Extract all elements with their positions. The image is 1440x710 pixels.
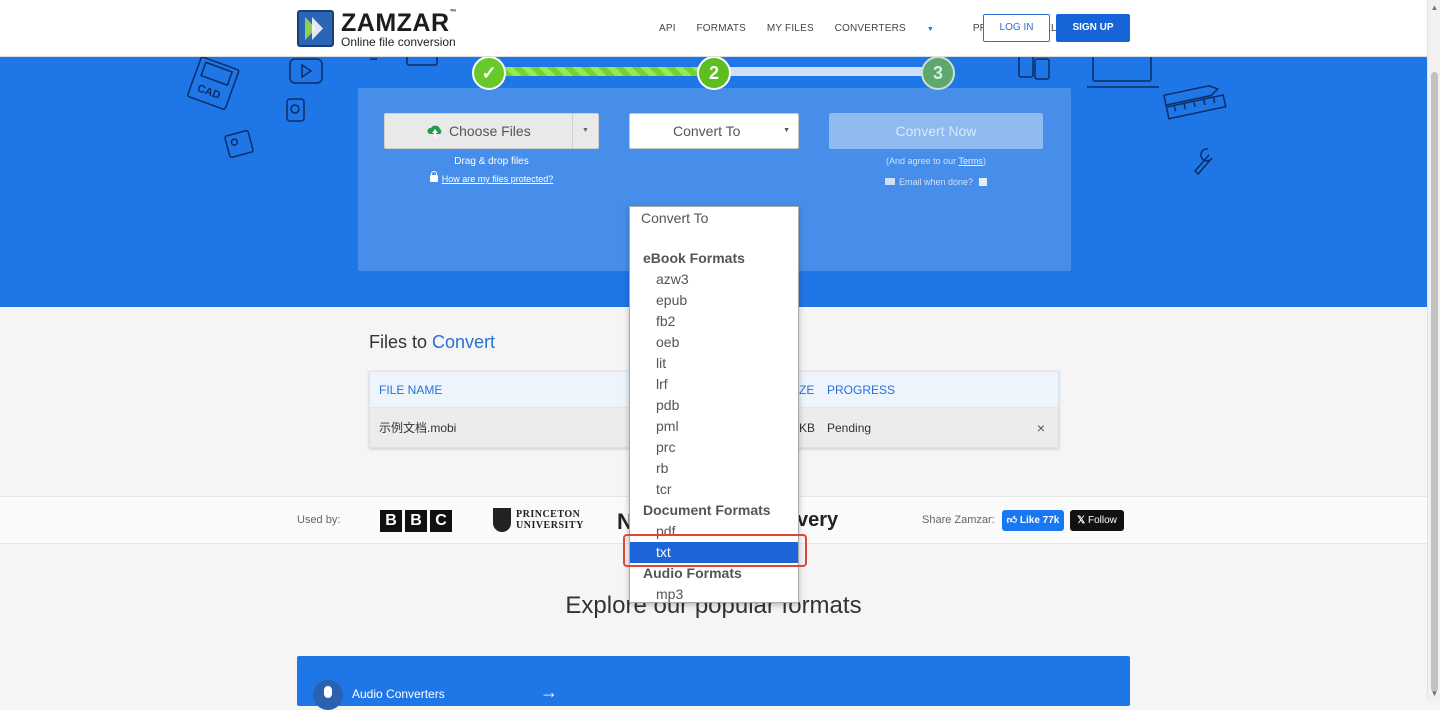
login-button[interactable]: LOG IN [983, 14, 1050, 42]
file-doodle-icon [286, 98, 305, 122]
scroll-down-arrow-icon[interactable]: ▼ [1430, 689, 1439, 698]
agree-terms-text: (And agree to our Terms) [886, 156, 986, 166]
logo-arrow-icon [297, 10, 334, 47]
nav-converters[interactable]: CONVERTERS ▼ [835, 23, 952, 34]
convert-to-select[interactable]: Convert To ▼ [629, 113, 799, 149]
terms-link[interactable]: Terms [958, 156, 983, 166]
selection-highlight-annotation [623, 534, 807, 567]
laptop-doodle-icon [1087, 57, 1159, 88]
nav-api[interactable]: API [659, 23, 676, 34]
choose-files-dropdown-toggle[interactable]: ▼ [572, 114, 598, 148]
choose-files-label: Choose Files [449, 123, 531, 139]
princeton-shield-icon [493, 508, 511, 532]
dropdown-placeholder-option[interactable]: Convert To [630, 208, 798, 229]
files-protected-link[interactable]: How are my files protected? [384, 171, 599, 184]
microphone-icon [313, 680, 343, 710]
step-3-indicator: 3 [921, 56, 955, 90]
thumbs-up-icon: 👍︎ [1006, 515, 1018, 526]
dropdown-group-label: eBook Formats [643, 250, 745, 266]
col-file-name: FILE NAME [379, 383, 443, 397]
email-checkbox[interactable] [979, 178, 988, 186]
file-progress-cell: Pending [827, 421, 872, 435]
arrow-right-icon: → [540, 682, 558, 702]
audio-converters-card[interactable]: Audio Converters → [297, 656, 1130, 710]
scrollbar-thumb[interactable] [1431, 72, 1438, 692]
ruler-pencil-doodle-icon [1163, 84, 1227, 120]
dropdown-option-lit[interactable]: lit [630, 353, 798, 374]
dropdown-group-label: Document Formats [643, 502, 771, 518]
chevron-down-icon: ▼ [783, 127, 790, 134]
col-size: ZE [799, 383, 815, 397]
step-track-complete [505, 67, 701, 76]
video-doodle-icon [289, 58, 323, 84]
image-doodle-icon [224, 129, 254, 159]
remove-file-close-icon[interactable]: × [1034, 421, 1048, 435]
dropdown-option-pdb[interactable]: pdb [630, 395, 798, 416]
dropdown-option-tcr[interactable]: tcr [630, 479, 798, 500]
dropdown-option-azw3[interactable]: azw3 [630, 269, 798, 290]
nav-my-files[interactable]: MY FILES [767, 23, 814, 34]
step-track-pending [728, 67, 924, 76]
doodle-strip-icon [370, 57, 438, 66]
logo-wordmark: ZAMZAR™ [341, 9, 458, 37]
wrench-doodle-icon [1193, 148, 1213, 176]
cad-doodle-icon: CAD [187, 57, 240, 110]
dropdown-option-epub[interactable]: epub [630, 290, 798, 311]
share-zamzar-label: Share Zamzar: [922, 514, 995, 526]
email-when-done-row: Email when done? [829, 177, 1043, 187]
used-by-label: Used by: [297, 514, 341, 526]
svg-text:CAD: CAD [196, 82, 223, 101]
dropdown-option-fb2[interactable]: fb2 [630, 311, 798, 332]
file-name-cell: 示例文档.mobi [379, 421, 457, 435]
site-header: ZAMZAR™ Online file conversion API FORMA… [0, 0, 1427, 57]
dropdown-option-lrf[interactable]: lrf [630, 374, 798, 395]
doc-doodle-icon [1018, 57, 1050, 80]
choose-files-button[interactable]: Choose Files ▼ [384, 113, 599, 149]
dropdown-option-prc[interactable]: prc [630, 437, 798, 458]
x-logo-icon: 𝕏 [1077, 515, 1086, 526]
files-to-convert-heading: Files to Convert [369, 332, 496, 352]
dropdown-option-oeb[interactable]: oeb [630, 332, 798, 353]
step-1-checkmark-icon: ✓ [472, 56, 506, 90]
mail-icon [884, 178, 895, 185]
dropdown-option-mp3[interactable]: mp3 [630, 584, 798, 602]
signup-button[interactable]: SIGN UP [1056, 14, 1130, 42]
file-size-cell: KB [799, 421, 816, 435]
drag-drop-hint: Drag & drop files [454, 156, 529, 167]
princeton-logo: PRINCETON UNIVERSITY [493, 508, 583, 534]
dropdown-option-pml[interactable]: pml [630, 416, 798, 437]
zamzar-logo[interactable]: ZAMZAR™ Online file conversion [297, 9, 467, 49]
facebook-like-button[interactable]: 👍︎ Like 77k [1002, 510, 1064, 531]
lock-icon [429, 171, 438, 182]
chevron-down-icon: ▼ [926, 26, 935, 33]
x-follow-button[interactable]: 𝕏 Follow [1070, 510, 1124, 531]
audio-converters-label: Audio Converters [352, 687, 445, 701]
convert-now-button[interactable]: Convert Now [829, 113, 1043, 149]
nav-formats[interactable]: FORMATS [697, 23, 747, 34]
logo-tagline: Online file conversion [341, 35, 456, 49]
step-2-indicator: 2 [697, 56, 731, 90]
convert-to-label: Convert To [673, 123, 741, 139]
partial-logo-right: very [797, 509, 839, 531]
col-progress: PROGRESS [827, 383, 896, 397]
page-scrollbar[interactable]: ▲ ▼ [1427, 0, 1440, 701]
bbc-logo: BBC [380, 510, 455, 532]
dropdown-option-rb[interactable]: rb [630, 458, 798, 479]
cloud-upload-icon [427, 125, 442, 137]
scroll-up-arrow-icon[interactable]: ▲ [1430, 3, 1439, 12]
